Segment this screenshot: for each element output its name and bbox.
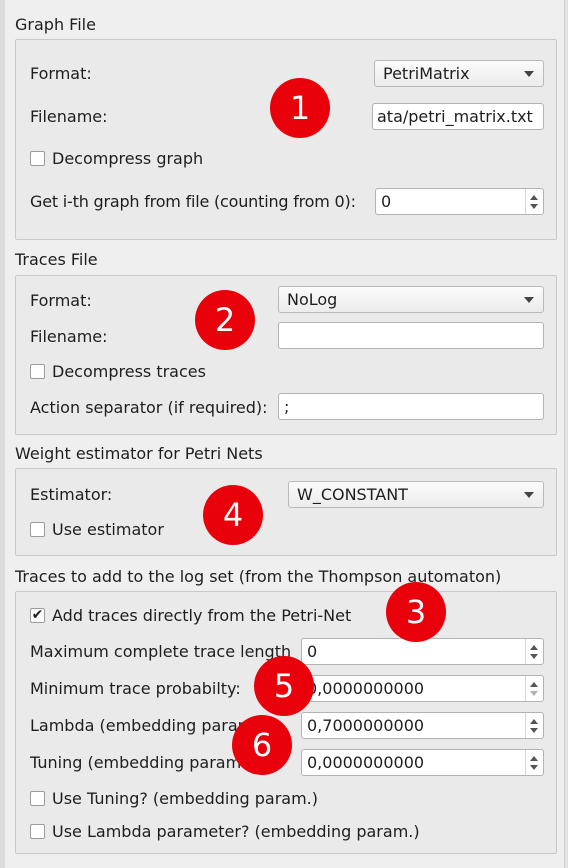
traces-format-value: NoLog	[287, 290, 338, 309]
max-length-spin-buttons[interactable]	[525, 639, 543, 664]
right-panel-edge	[564, 0, 568, 868]
graph-file-title: Graph File	[15, 15, 96, 34]
chevron-down-icon	[524, 297, 534, 303]
max-length-spinbox[interactable]: 0	[301, 638, 544, 665]
lambda-value: 0,7000000000	[307, 716, 425, 735]
traces-format-combo[interactable]: NoLog	[278, 286, 544, 313]
graph-filename-input[interactable]: ata/petri_matrix.txt	[372, 103, 544, 130]
spin-up-icon	[530, 195, 538, 200]
tuning-label: Tuning (embedding param.)	[30, 753, 253, 772]
min-probability-spin-buttons[interactable]	[525, 676, 543, 701]
min-probability-value: 0,0000000000	[307, 679, 425, 698]
add-traces-checkbox[interactable]: ✔	[30, 608, 45, 623]
min-probability-label: Minimum trace probabilty:	[30, 679, 241, 698]
use-lambda-label: Use Lambda parameter? (embedding param.)	[52, 822, 420, 841]
action-separator-label: Action separator (if required):	[30, 398, 268, 417]
decompress-graph-label: Decompress graph	[52, 149, 204, 168]
max-length-value: 0	[307, 642, 318, 661]
min-probability-spinbox[interactable]: 0,0000000000	[301, 675, 544, 702]
traces-format-label: Format:	[30, 291, 92, 310]
lambda-label: Lambda (embedding param.)	[30, 716, 265, 735]
ith-graph-spinbox[interactable]: 0	[375, 188, 544, 215]
left-edge-strip	[0, 0, 5, 868]
chevron-down-icon	[524, 71, 534, 77]
graph-format-label: Format:	[30, 64, 92, 83]
annotation-badge-3: 3	[386, 582, 446, 642]
annotation-badge-6: 6	[232, 715, 292, 775]
lambda-spin-buttons[interactable]	[525, 713, 543, 738]
lambda-spinbox[interactable]: 0,7000000000	[301, 712, 544, 739]
action-separator-input[interactable]: ;	[278, 393, 544, 420]
use-estimator-checkbox[interactable]	[30, 522, 45, 537]
ith-graph-spin-buttons[interactable]	[525, 189, 543, 214]
use-tuning-checkbox[interactable]	[30, 791, 45, 806]
estimator-combo[interactable]: W_CONSTANT	[288, 481, 544, 508]
graph-format-value: PetriMatrix	[383, 64, 470, 83]
tuning-value: 0,0000000000	[307, 753, 425, 772]
spin-down-icon	[530, 691, 538, 696]
checkmark-icon: ✔	[31, 607, 44, 623]
tuning-spin-buttons[interactable]	[525, 750, 543, 775]
decompress-traces-label: Decompress traces	[52, 362, 206, 381]
spin-down-icon	[530, 204, 538, 209]
annotation-badge-2: 2	[195, 290, 255, 350]
traces-filename-input[interactable]	[278, 322, 544, 349]
weight-estimator-title: Weight estimator for Petri Nets	[15, 444, 263, 463]
spin-up-icon	[530, 719, 538, 724]
traces-add-title: Traces to add to the log set (from the T…	[15, 567, 502, 586]
estimator-label: Estimator:	[30, 485, 113, 504]
traces-filename-label: Filename:	[30, 327, 108, 346]
annotation-badge-4: 4	[203, 485, 263, 545]
graph-filename-label: Filename:	[30, 107, 108, 126]
use-tuning-label: Use Tuning? (embedding param.)	[52, 789, 318, 808]
spin-up-icon	[530, 756, 538, 761]
ith-graph-label: Get i-th graph from file (counting from …	[30, 192, 356, 211]
estimator-value: W_CONSTANT	[297, 485, 408, 504]
decompress-graph-checkbox[interactable]	[30, 151, 45, 166]
spin-up-icon	[530, 682, 538, 687]
tuning-spinbox[interactable]: 0,0000000000	[301, 749, 544, 776]
add-traces-label: Add traces directly from the Petri-Net	[52, 606, 352, 625]
use-estimator-label: Use estimator	[52, 520, 164, 539]
decompress-traces-checkbox[interactable]	[30, 364, 45, 379]
max-length-label: Maximum complete trace length	[30, 642, 292, 661]
ith-graph-value: 0	[381, 192, 392, 211]
spin-down-icon	[530, 654, 538, 659]
annotation-badge-1: 1	[270, 78, 330, 138]
spin-down-icon	[530, 728, 538, 733]
annotation-badge-5: 5	[254, 656, 314, 716]
use-lambda-checkbox[interactable]	[30, 824, 45, 839]
traces-file-title: Traces File	[15, 250, 98, 269]
chevron-down-icon	[524, 492, 534, 498]
spin-down-icon	[530, 765, 538, 770]
graph-format-combo[interactable]: PetriMatrix	[374, 60, 544, 87]
spin-up-icon	[530, 645, 538, 650]
